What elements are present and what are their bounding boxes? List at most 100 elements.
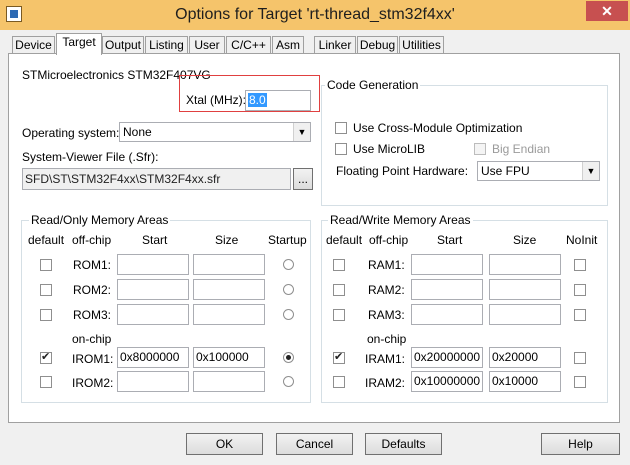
ram-header-size: Size [513, 233, 537, 247]
rom3-size-input[interactable] [193, 304, 265, 325]
iram2-size-input[interactable]: 0x10000 [489, 371, 561, 392]
tab-target[interactable]: Target [56, 33, 102, 55]
irom2-start-input[interactable] [117, 371, 189, 392]
rom-group-title: Read/Only Memory Areas [29, 213, 171, 227]
window-title: Options for Target 'rt-thread_stm32f4xx' [175, 6, 455, 23]
iram1-default-checkbox[interactable] [333, 350, 345, 364]
ram-header-noinit: NoInit [566, 233, 598, 247]
fpu-label: Floating Point Hardware: [336, 164, 469, 178]
rom1-start-input[interactable] [117, 254, 189, 275]
irom2-size-input[interactable] [193, 371, 265, 392]
rom1-default-checkbox[interactable] [40, 259, 52, 271]
sysviewer-input[interactable]: SFD\ST\STM32F4xx\STM32F4xx.sfr [22, 168, 291, 190]
rom1-startup-radio[interactable] [283, 259, 294, 270]
iram1-size-input[interactable]: 0x20000 [489, 347, 561, 368]
ram-header-offchip: off-chip [369, 233, 409, 247]
irom2-default-checkbox[interactable] [40, 376, 52, 388]
rom-header-offchip: off-chip [72, 233, 112, 247]
rom3-startup-radio[interactable] [283, 309, 294, 320]
fpu-select[interactable]: Use FPU ▼ [477, 161, 600, 181]
irom1-size-input[interactable]: 0x100000 [193, 347, 265, 368]
iram2-label: IRAM2: [365, 376, 406, 390]
tab-asm[interactable]: Asm [272, 36, 304, 54]
os-value: None [123, 125, 152, 139]
big-endian-checkbox [474, 143, 486, 155]
xtal-input[interactable]: 8.0 [245, 90, 311, 111]
chevron-down-icon: ▼ [582, 162, 599, 180]
rom-header-size: Size [215, 233, 239, 247]
rom2-default-checkbox[interactable] [40, 284, 52, 296]
ram3-default-checkbox[interactable] [333, 309, 345, 321]
ram3-label: RAM3: [368, 308, 405, 322]
target-tab-panel: STMicroelectronics STM32F407VG Xtal (MHz… [8, 53, 620, 423]
rom3-label: ROM3: [73, 308, 112, 322]
defaults-button[interactable]: Defaults [365, 433, 442, 455]
ram3-start-input[interactable] [411, 304, 483, 325]
code-generation-title: Code Generation [325, 78, 421, 92]
ram-group-title: Read/Write Memory Areas [328, 213, 473, 227]
iram1-noinit-checkbox[interactable] [574, 352, 586, 364]
rom1-label: ROM1: [73, 258, 112, 272]
ram-header-start: Start [437, 233, 463, 247]
rom-onchip-label: on-chip [72, 332, 112, 346]
os-label: Operating system: [22, 126, 120, 140]
irom2-startup-radio[interactable] [283, 376, 294, 387]
iram1-label: IRAM1: [365, 352, 406, 366]
ram2-default-checkbox[interactable] [333, 284, 345, 296]
xtal-label: Xtal (MHz): [186, 93, 246, 107]
rom3-default-checkbox[interactable] [40, 309, 52, 321]
iram2-start-input[interactable]: 0x10000000 [411, 371, 483, 392]
rom2-label: ROM2: [73, 283, 112, 297]
ram1-size-input[interactable] [489, 254, 561, 275]
microlib-label: Use MicroLIB [353, 142, 426, 156]
tab-debug[interactable]: Debug [357, 36, 398, 54]
irom1-startup-radio[interactable] [283, 352, 294, 363]
irom1-default-checkbox[interactable] [40, 350, 52, 364]
ram1-default-checkbox[interactable] [333, 259, 345, 271]
ram1-start-input[interactable] [411, 254, 483, 275]
ram3-size-input[interactable] [489, 304, 561, 325]
ram-header-default: default [326, 233, 363, 247]
tab-listing[interactable]: Listing [145, 36, 188, 54]
ram3-noinit-checkbox[interactable] [574, 309, 586, 321]
tab-c-cpp[interactable]: C/C++ [226, 36, 271, 54]
iram1-start-input[interactable]: 0x20000000 [411, 347, 483, 368]
tab-utilities[interactable]: Utilities [399, 36, 444, 54]
iram2-noinit-checkbox[interactable] [574, 376, 586, 388]
irom1-start-input[interactable]: 0x8000000 [117, 347, 189, 368]
rom3-start-input[interactable] [117, 304, 189, 325]
chevron-down-icon: ▼ [293, 123, 310, 141]
ram2-label: RAM2: [368, 283, 405, 297]
ram2-noinit-checkbox[interactable] [574, 284, 586, 296]
help-button[interactable]: Help [541, 433, 620, 455]
ram2-start-input[interactable] [411, 279, 483, 300]
tab-device[interactable]: Device [12, 36, 55, 54]
ram1-label: RAM1: [368, 258, 405, 272]
ram-onchip-label: on-chip [367, 332, 407, 346]
tab-user[interactable]: User [189, 36, 225, 54]
os-select[interactable]: None ▼ [119, 122, 311, 142]
ram2-size-input[interactable] [489, 279, 561, 300]
cross-module-label: Use Cross-Module Optimization [353, 121, 523, 135]
microlib-checkbox[interactable] [335, 143, 347, 155]
rom-header-default: default [28, 233, 65, 247]
ram1-noinit-checkbox[interactable] [574, 259, 586, 271]
close-button[interactable]: ✕ [586, 1, 628, 21]
tab-linker[interactable]: Linker [314, 36, 356, 54]
browse-button[interactable]: ... [293, 168, 313, 190]
irom2-label: IROM2: [72, 376, 114, 390]
xtal-value: 8.0 [248, 93, 267, 107]
rom2-startup-radio[interactable] [283, 284, 294, 295]
rom-header-startup: Startup [268, 233, 307, 247]
rom2-size-input[interactable] [193, 279, 265, 300]
rom1-size-input[interactable] [193, 254, 265, 275]
rom2-start-input[interactable] [117, 279, 189, 300]
big-endian-label: Big Endian [492, 142, 551, 156]
ok-button[interactable]: OK [186, 433, 263, 455]
cancel-button[interactable]: Cancel [276, 433, 353, 455]
tab-output[interactable]: Output [102, 36, 144, 54]
irom1-label: IROM1: [72, 352, 114, 366]
fpu-value: Use FPU [481, 164, 530, 178]
iram2-default-checkbox[interactable] [333, 376, 345, 388]
cross-module-checkbox[interactable] [335, 122, 347, 134]
